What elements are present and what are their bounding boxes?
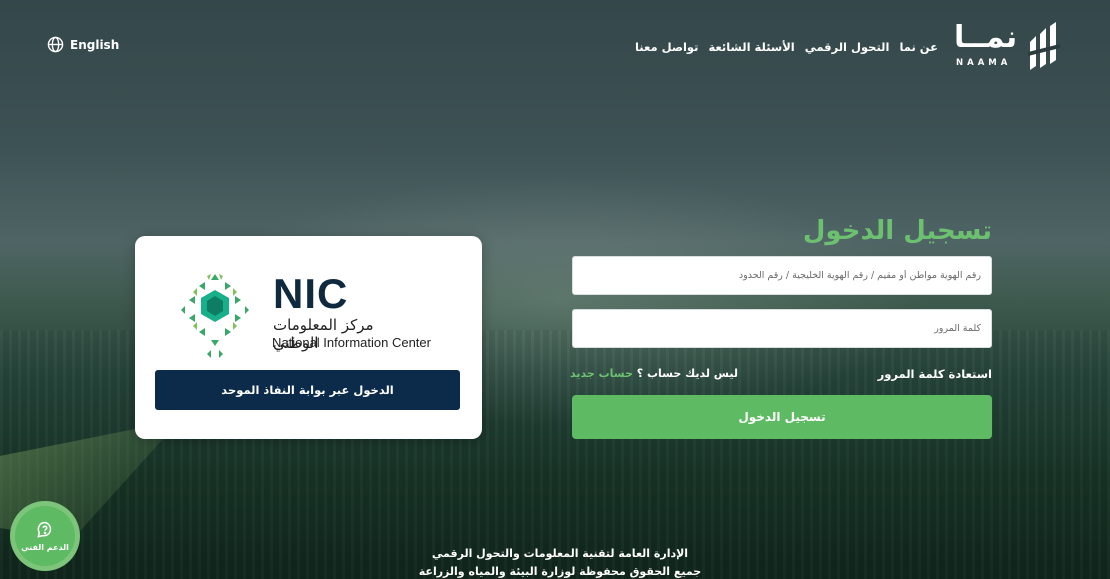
new-account-link[interactable]: حساب جديد — [570, 367, 633, 380]
id-field-wrapper — [572, 256, 992, 295]
footer-line-1: الإدارة العامة لتقنية المعلومات والتحول … — [431, 547, 689, 560]
globe-icon — [47, 36, 64, 53]
nav-item-faq[interactable]: الأسئلة الشائعة — [708, 40, 794, 54]
nafath-login-button[interactable]: الدخول عبر بوابة النفاذ الموحد — [155, 370, 460, 410]
naama-logo-icon — [1028, 22, 1060, 70]
chat-question-icon — [37, 521, 52, 538]
no-account-label: ليس لديك حساب ؟ — [636, 367, 738, 380]
password-field-wrapper — [572, 309, 992, 348]
main-nav: عن نما التحول الرقمي الأسئلة الشائعة توا… — [635, 40, 938, 54]
footer: الإدارة العامة لتقنية المعلومات والتحول … — [380, 545, 740, 579]
support-button[interactable]: الدعم الفني — [10, 501, 80, 571]
language-label: English — [70, 37, 120, 52]
support-label: الدعم الفني — [21, 543, 69, 552]
nic-name-english: National Information Center — [272, 335, 431, 350]
naama-logo[interactable]: نمــا NAAMA — [950, 20, 1062, 76]
forgot-password-link[interactable]: استعادة كلمة المرور — [878, 367, 992, 381]
nic-abbreviation: NIC — [273, 270, 349, 317]
nic-login-card: NIC مركز المعلومات الوطني National Infor… — [135, 236, 482, 439]
no-account-text: ليس لديك حساب ؟ حساب جديد — [570, 367, 738, 380]
id-number-input[interactable] — [573, 257, 991, 294]
password-input[interactable] — [573, 310, 991, 347]
nav-item-contact[interactable]: تواصل معنا — [635, 40, 698, 54]
login-title: تسجيل الدخول — [802, 216, 992, 246]
language-switch[interactable]: English — [47, 36, 119, 53]
login-button[interactable]: تسجيل الدخول — [572, 395, 992, 439]
nic-emblem-icon — [181, 274, 249, 358]
logo-arabic-text: نمــا — [954, 20, 1018, 55]
logo-english-text: NAAMA — [956, 58, 1012, 68]
nav-item-about[interactable]: عن نما — [899, 40, 938, 54]
nav-item-digital-transformation[interactable]: التحول الرقمي — [805, 40, 890, 54]
footer-line-2: جميع الحقوق محفوظة لوزارة البيئة والمياه… — [418, 565, 702, 578]
